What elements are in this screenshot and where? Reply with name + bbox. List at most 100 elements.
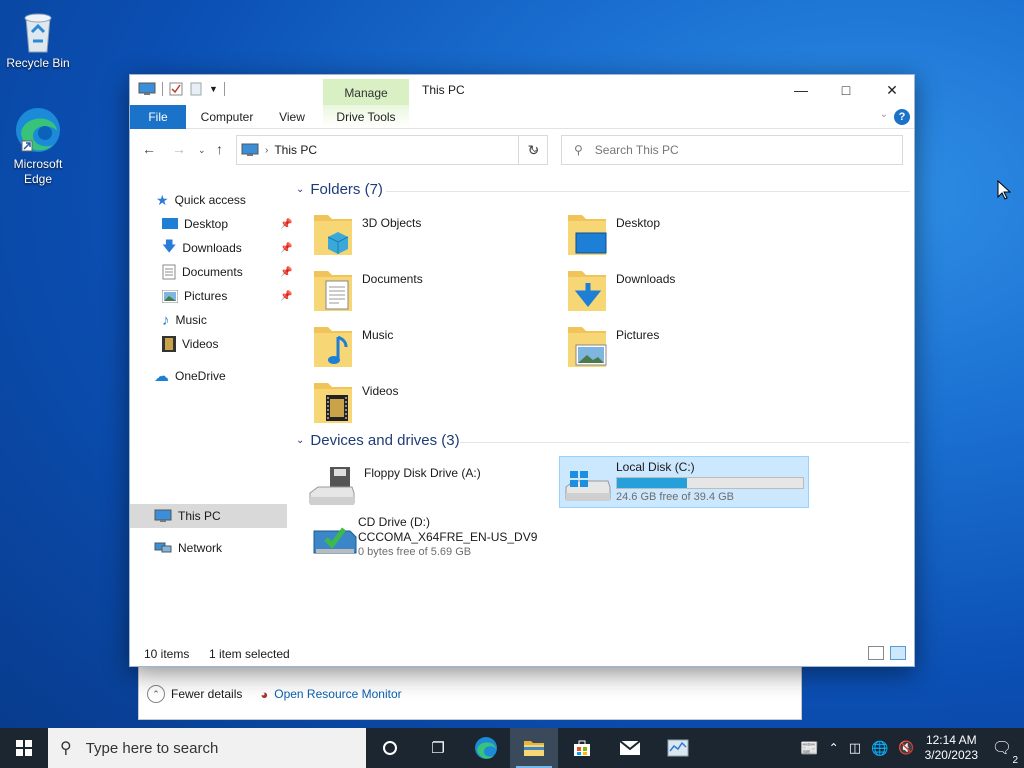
close-button[interactable]: ✕ bbox=[869, 75, 915, 105]
desktop-icon-recycle-bin[interactable]: Recycle Bin bbox=[3, 8, 73, 71]
sidebar-item-label: Pictures bbox=[184, 289, 228, 303]
customize-toolbar-icon[interactable]: ▼ bbox=[209, 84, 218, 94]
drive-label: CD Drive (D:) bbox=[358, 515, 430, 529]
pin-icon[interactable]: 📌 bbox=[280, 267, 292, 278]
quick-access-toolbar: ▼ bbox=[138, 82, 225, 96]
breadcrumb-chevron-icon[interactable]: › bbox=[265, 145, 268, 156]
taskbar-edge[interactable] bbox=[462, 728, 510, 768]
mail-icon bbox=[619, 740, 641, 755]
drive-cd-d[interactable]: CD Drive (D:) CCCOMA_X64FRE_EN-US_DV9 0 … bbox=[308, 515, 558, 575]
new-folder-icon[interactable] bbox=[189, 82, 203, 96]
chevron-up-icon[interactable]: ⌃ bbox=[829, 741, 839, 755]
drive-local-disk-c[interactable]: Local Disk (C:) 24.6 GB free of 39.4 GB bbox=[559, 456, 809, 508]
taskbar-search-input[interactable]: ⚲ Type here to search bbox=[48, 728, 366, 768]
folders-group-header[interactable]: ⌄ Folders (7) bbox=[296, 181, 383, 198]
search-input[interactable]: ⚲ Search This PC bbox=[561, 135, 903, 165]
taskbar-file-explorer[interactable] bbox=[510, 728, 558, 768]
floppy-drive-icon bbox=[309, 467, 355, 505]
taskbar-mail[interactable] bbox=[606, 728, 654, 768]
documents-folder-icon bbox=[314, 271, 352, 311]
network-globe-icon[interactable]: 🌐 bbox=[871, 740, 888, 757]
search-placeholder: Type here to search bbox=[85, 739, 219, 757]
sidebar-item-quick-access[interactable]: ★ Quick access bbox=[156, 189, 246, 211]
pin-icon[interactable]: 📌 bbox=[280, 291, 292, 302]
sidebar-item-network[interactable]: Network bbox=[154, 537, 222, 559]
taskbar-task-manager[interactable] bbox=[654, 728, 702, 768]
desktop-icon-edge[interactable]: Microsoft Edge bbox=[3, 105, 73, 187]
news-icon[interactable]: 📰 bbox=[800, 739, 819, 757]
drive-floppy[interactable]: Floppy Disk Drive (A:) bbox=[308, 461, 558, 513]
videos-folder-icon bbox=[314, 383, 352, 423]
expand-ribbon-icon[interactable]: ⌄ bbox=[880, 109, 888, 120]
desktop-icon-label: Recycle Bin bbox=[6, 56, 70, 70]
collapse-chevron-icon[interactable]: ⌄ bbox=[296, 184, 304, 195]
tab-file[interactable]: File bbox=[130, 105, 186, 129]
up-button[interactable]: ↑ bbox=[216, 141, 223, 157]
disk-usage-fill bbox=[617, 478, 687, 488]
folder-documents[interactable]: Documents bbox=[312, 267, 562, 319]
taskbar: ⚲ Type here to search ❐ 📰 ⌃ ◫ 🌐 🔇 12:14 … bbox=[0, 728, 1024, 768]
camera-icon[interactable]: ◫ bbox=[849, 740, 861, 756]
cortana-button[interactable] bbox=[366, 728, 414, 768]
sidebar-item-downloads[interactable]: 🡇 Downloads 📌 bbox=[162, 237, 292, 259]
maximize-button[interactable]: □ bbox=[823, 75, 869, 105]
group-title: Devices and drives (3) bbox=[310, 432, 460, 449]
forward-button[interactable]: → bbox=[172, 141, 186, 157]
file-explorer-window: ▼ Manage This PC — □ ✕ File Computer Vie… bbox=[129, 74, 915, 667]
details-view-button[interactable] bbox=[868, 646, 884, 660]
clock-time: 12:14 AM bbox=[925, 733, 977, 747]
recycle-bin-icon bbox=[24, 13, 52, 53]
drive-free-space: 24.6 GB free of 39.4 GB bbox=[616, 491, 735, 503]
task-view-button[interactable]: ❐ bbox=[414, 728, 462, 768]
sidebar-item-pictures[interactable]: Pictures 📌 bbox=[162, 285, 292, 307]
volume-muted-icon[interactable]: 🔇 bbox=[898, 740, 914, 756]
manage-context-tab[interactable]: Manage bbox=[323, 79, 409, 105]
selection-count: 1 item selected bbox=[209, 647, 290, 661]
pin-icon[interactable]: 📌 bbox=[280, 219, 292, 230]
taskbar-microsoft-store[interactable] bbox=[558, 728, 606, 768]
sidebar-item-videos[interactable]: Videos bbox=[162, 333, 218, 355]
group-title: Folders (7) bbox=[310, 181, 383, 198]
tab-computer[interactable]: Computer bbox=[194, 105, 260, 129]
address-bar[interactable]: › This PC ⌄ bbox=[236, 135, 548, 165]
clock[interactable]: 12:14 AM 3/20/2023 bbox=[925, 733, 978, 763]
task-manager-window: ⌃ Fewer details ◕ Open Resource Monitor bbox=[138, 660, 802, 720]
sidebar-item-music[interactable]: ♪ Music bbox=[162, 309, 207, 331]
sidebar-item-desktop[interactable]: Desktop 📌 bbox=[162, 213, 292, 235]
breadcrumb[interactable]: This PC bbox=[274, 143, 317, 157]
help-icon[interactable]: ? bbox=[894, 109, 910, 125]
recent-locations-icon[interactable]: ⌄ bbox=[198, 145, 206, 156]
fewer-details-button[interactable]: Fewer details bbox=[171, 687, 242, 701]
collapse-chevron-icon[interactable]: ⌄ bbox=[296, 435, 304, 446]
notification-count: 2 bbox=[1012, 755, 1018, 766]
tab-drive-tools[interactable]: Drive Tools bbox=[323, 105, 409, 129]
folder-videos[interactable]: Videos bbox=[312, 379, 562, 431]
minimize-button[interactable]: — bbox=[778, 75, 824, 105]
folder-icon bbox=[524, 741, 544, 756]
ribbon-tabs: File Computer View Drive Tools bbox=[130, 105, 914, 129]
chevron-up-icon[interactable]: ⌃ bbox=[147, 685, 165, 703]
sidebar-item-this-pc[interactable]: This PC bbox=[154, 505, 221, 527]
folder-music[interactable]: Music bbox=[312, 323, 562, 375]
back-button[interactable]: ← bbox=[142, 141, 156, 157]
notifications-button[interactable]: 🗨 2 bbox=[988, 738, 1018, 766]
folder-downloads[interactable]: Downloads bbox=[566, 267, 816, 319]
properties-icon[interactable] bbox=[169, 82, 183, 96]
desktop-folder-icon bbox=[162, 217, 178, 229]
picture-icon bbox=[162, 289, 178, 303]
folder-desktop[interactable]: Desktop bbox=[566, 211, 816, 263]
pin-icon[interactable]: 📌 bbox=[280, 243, 292, 254]
music-folder-icon bbox=[314, 327, 352, 367]
sidebar-item-onedrive[interactable]: ☁ OneDrive bbox=[154, 365, 226, 387]
folder-3d-objects[interactable]: 3D Objects bbox=[312, 211, 562, 263]
refresh-button[interactable]: ↻ bbox=[518, 135, 548, 165]
large-icons-view-button[interactable] bbox=[890, 646, 906, 660]
computer-icon bbox=[241, 143, 259, 156]
start-button[interactable] bbox=[0, 728, 48, 768]
store-icon bbox=[574, 740, 590, 756]
sidebar-item-documents[interactable]: Documents 📌 bbox=[162, 261, 292, 283]
devices-group-header[interactable]: ⌄ Devices and drives (3) bbox=[296, 432, 460, 449]
folder-pictures[interactable]: Pictures bbox=[566, 323, 816, 375]
tab-view[interactable]: View bbox=[272, 105, 312, 129]
open-resource-monitor-link[interactable]: Open Resource Monitor bbox=[274, 687, 401, 701]
